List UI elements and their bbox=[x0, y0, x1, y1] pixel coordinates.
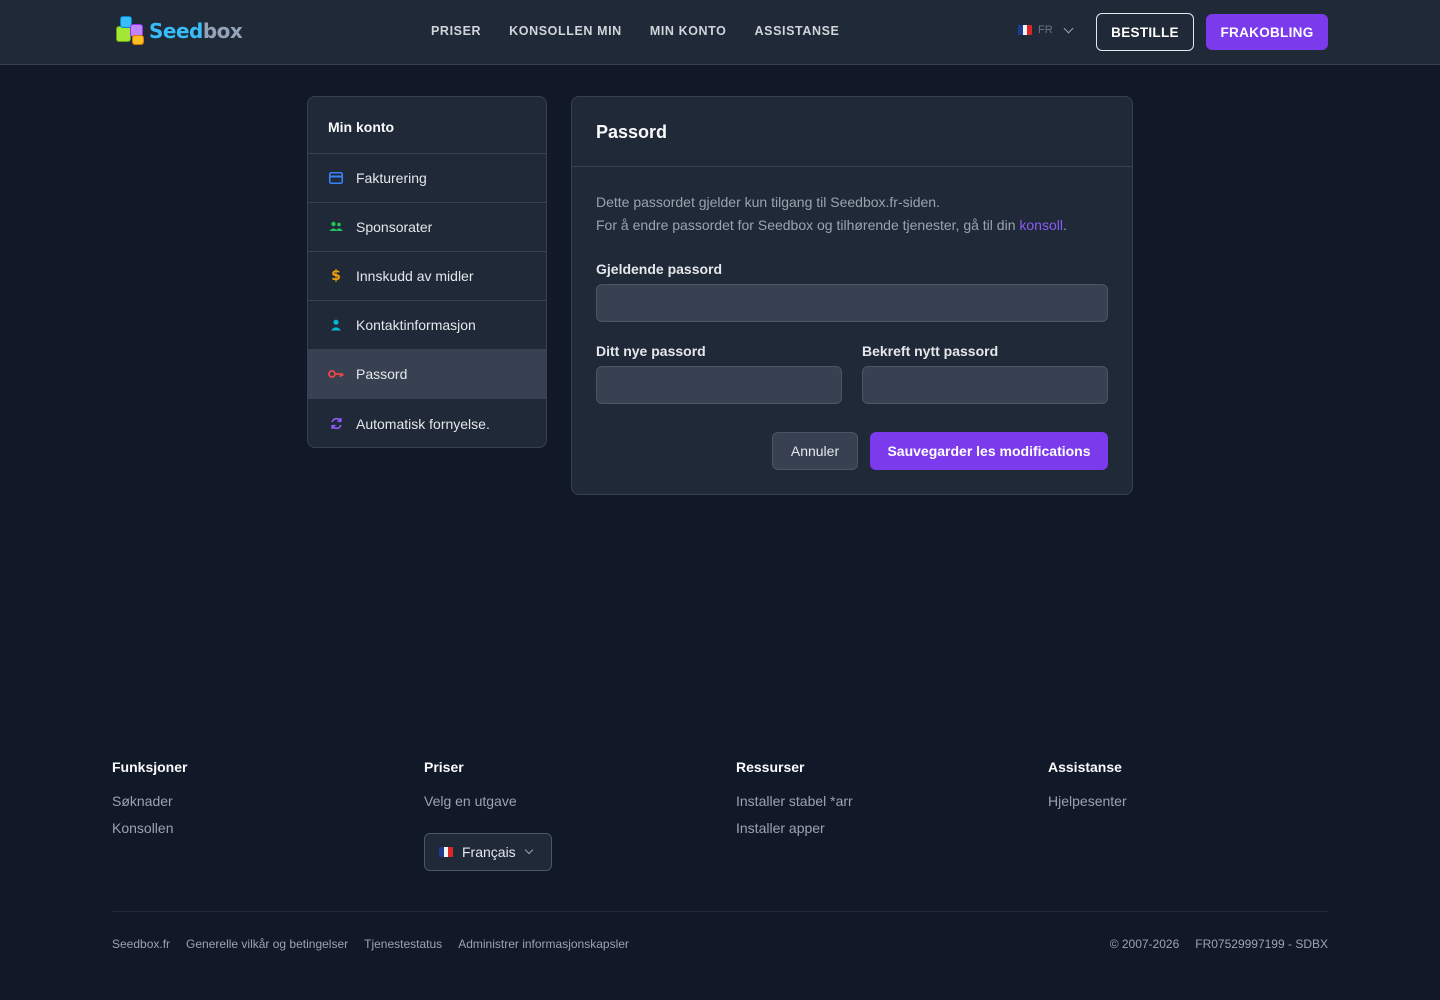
footer-language-select[interactable]: Français bbox=[424, 833, 552, 871]
save-button[interactable]: Sauvegarder les modifications bbox=[870, 432, 1108, 470]
footer-bottom-links: Seedbox.fr Generelle vilkår og betingels… bbox=[112, 937, 629, 951]
info-text: Dette passordet gjelder kun tilgang til … bbox=[596, 191, 1108, 237]
sidebar-item-auto-renewal[interactable]: Automatisk fornyelse. bbox=[308, 399, 546, 447]
dollar-icon: $ bbox=[331, 268, 341, 284]
chevron-down-icon bbox=[524, 845, 533, 855]
footer-divider bbox=[112, 911, 1328, 912]
footer-column-title: Assistanse bbox=[1048, 759, 1122, 775]
company-id-text: FR07529997199 - SDBX bbox=[1195, 937, 1328, 951]
footer-link-choose-edition[interactable]: Velg en utgave bbox=[424, 793, 517, 809]
sidebar-item-label: Automatisk fornyelse. bbox=[356, 415, 490, 432]
sidebar-item-label: Fakturering bbox=[356, 170, 427, 186]
key-icon bbox=[328, 366, 344, 382]
footer-column-title: Ressurser bbox=[736, 759, 805, 775]
footer-link-applications[interactable]: Søknader bbox=[112, 793, 187, 809]
main-nav: PRISER KONSOLLEN MIN MIN KONTO ASSISTANS… bbox=[431, 24, 839, 38]
order-button[interactable]: BESTILLE bbox=[1096, 13, 1194, 51]
language-code: FR bbox=[1038, 24, 1053, 36]
footer-link-service-status[interactable]: Tjenestestatus bbox=[364, 937, 442, 951]
sidebar-item-password[interactable]: Passord bbox=[308, 350, 546, 399]
footer-column-pricing: Priser Velg en utgave bbox=[424, 759, 517, 820]
confirm-password-label: Bekreft nytt passord bbox=[862, 343, 999, 359]
logout-button[interactable]: FRAKOBLING bbox=[1206, 14, 1328, 50]
language-selector[interactable]: FR bbox=[1018, 23, 1074, 36]
refresh-icon bbox=[328, 416, 344, 432]
footer-link-cookies[interactable]: Administrer informasjonskapsler bbox=[458, 937, 629, 951]
current-password-input[interactable] bbox=[596, 284, 1108, 322]
footer-legal: © 2007-2026 FR07529997199 - SDBX bbox=[1110, 937, 1328, 951]
sidebar-item-label: Kontaktinformasjon bbox=[356, 317, 476, 333]
new-password-input[interactable] bbox=[596, 366, 842, 404]
sidebar-title: Min konto bbox=[308, 97, 546, 154]
footer-column-title: Funksjoner bbox=[112, 759, 188, 775]
footer-language-label: Français bbox=[462, 844, 516, 860]
password-panel: Passord Dette passordet gjelder kun tilg… bbox=[571, 96, 1133, 495]
footer-column-resources: Ressurser Installer stabel *arr Installe… bbox=[736, 759, 853, 847]
account-sidebar: Min konto Fakturering Sponsorater $ Inns… bbox=[307, 96, 547, 448]
sidebar-item-label: Sponsorater bbox=[356, 219, 433, 235]
sidebar-item-sponsorships[interactable]: Sponsorater bbox=[308, 203, 546, 252]
footer-link-console[interactable]: Konsollen bbox=[112, 820, 187, 836]
nav-console[interactable]: KONSOLLEN MIN bbox=[509, 24, 622, 38]
top-header: Seedbox PRISER KONSOLLEN MIN MIN KONTO A… bbox=[0, 0, 1440, 65]
new-password-group: Ditt nye passord bbox=[596, 343, 842, 404]
confirm-password-input[interactable] bbox=[862, 366, 1108, 404]
credit-card-icon bbox=[328, 170, 344, 186]
users-icon bbox=[328, 219, 344, 235]
french-flag-icon bbox=[439, 847, 453, 857]
cancel-button[interactable]: Annuler bbox=[772, 432, 858, 470]
sidebar-item-label: Passord bbox=[356, 366, 408, 382]
footer-link-install-arr-stack[interactable]: Installer stabel *arr bbox=[736, 793, 853, 809]
user-icon bbox=[328, 317, 344, 333]
chevron-down-icon bbox=[1063, 23, 1074, 33]
confirm-password-group: Bekreft nytt passord bbox=[862, 343, 1108, 404]
footer-column-title: Priser bbox=[424, 759, 464, 775]
sidebar-item-label: Innskudd av midler bbox=[356, 268, 474, 284]
logo-text: Seedbox bbox=[149, 19, 243, 43]
footer-link-install-apps[interactable]: Installer apper bbox=[736, 820, 853, 836]
new-password-label: Ditt nye passord bbox=[596, 343, 706, 359]
seedbox-logo[interactable]: Seedbox bbox=[112, 14, 243, 48]
footer-link-terms[interactable]: Generelle vilkår og betingelser bbox=[186, 937, 348, 951]
nav-pricing[interactable]: PRISER bbox=[431, 24, 481, 38]
nav-my-account[interactable]: MIN KONTO bbox=[650, 24, 727, 38]
console-link[interactable]: konsoll bbox=[1019, 217, 1063, 233]
current-password-label: Gjeldende passord bbox=[596, 261, 723, 277]
nav-support[interactable]: ASSISTANSE bbox=[755, 24, 840, 38]
info-line-1: Dette passordet gjelder kun tilgang til … bbox=[596, 194, 940, 210]
footer-column-support: Assistanse Hjelpesenter bbox=[1048, 759, 1127, 820]
sidebar-item-deposit[interactable]: $ Innskudd av midler bbox=[308, 252, 546, 301]
footer-link-home[interactable]: Seedbox.fr bbox=[112, 937, 170, 951]
french-flag-icon bbox=[1018, 25, 1032, 35]
panel-title: Passord bbox=[572, 97, 1132, 167]
info-line-2: For å endre passordet for Seedbox og til… bbox=[596, 217, 1016, 233]
current-password-group: Gjeldende passord bbox=[596, 261, 1108, 322]
sidebar-item-billing[interactable]: Fakturering bbox=[308, 154, 546, 203]
info-line-end: . bbox=[1062, 217, 1067, 233]
copyright-text: © 2007-2026 bbox=[1109, 937, 1180, 951]
footer-column-features: Funksjoner Søknader Konsollen bbox=[112, 759, 187, 847]
footer-link-help-center[interactable]: Hjelpesenter bbox=[1048, 793, 1127, 809]
logo-cubes-icon bbox=[112, 14, 146, 48]
sidebar-item-contact-info[interactable]: Kontaktinformasjon bbox=[308, 301, 546, 350]
